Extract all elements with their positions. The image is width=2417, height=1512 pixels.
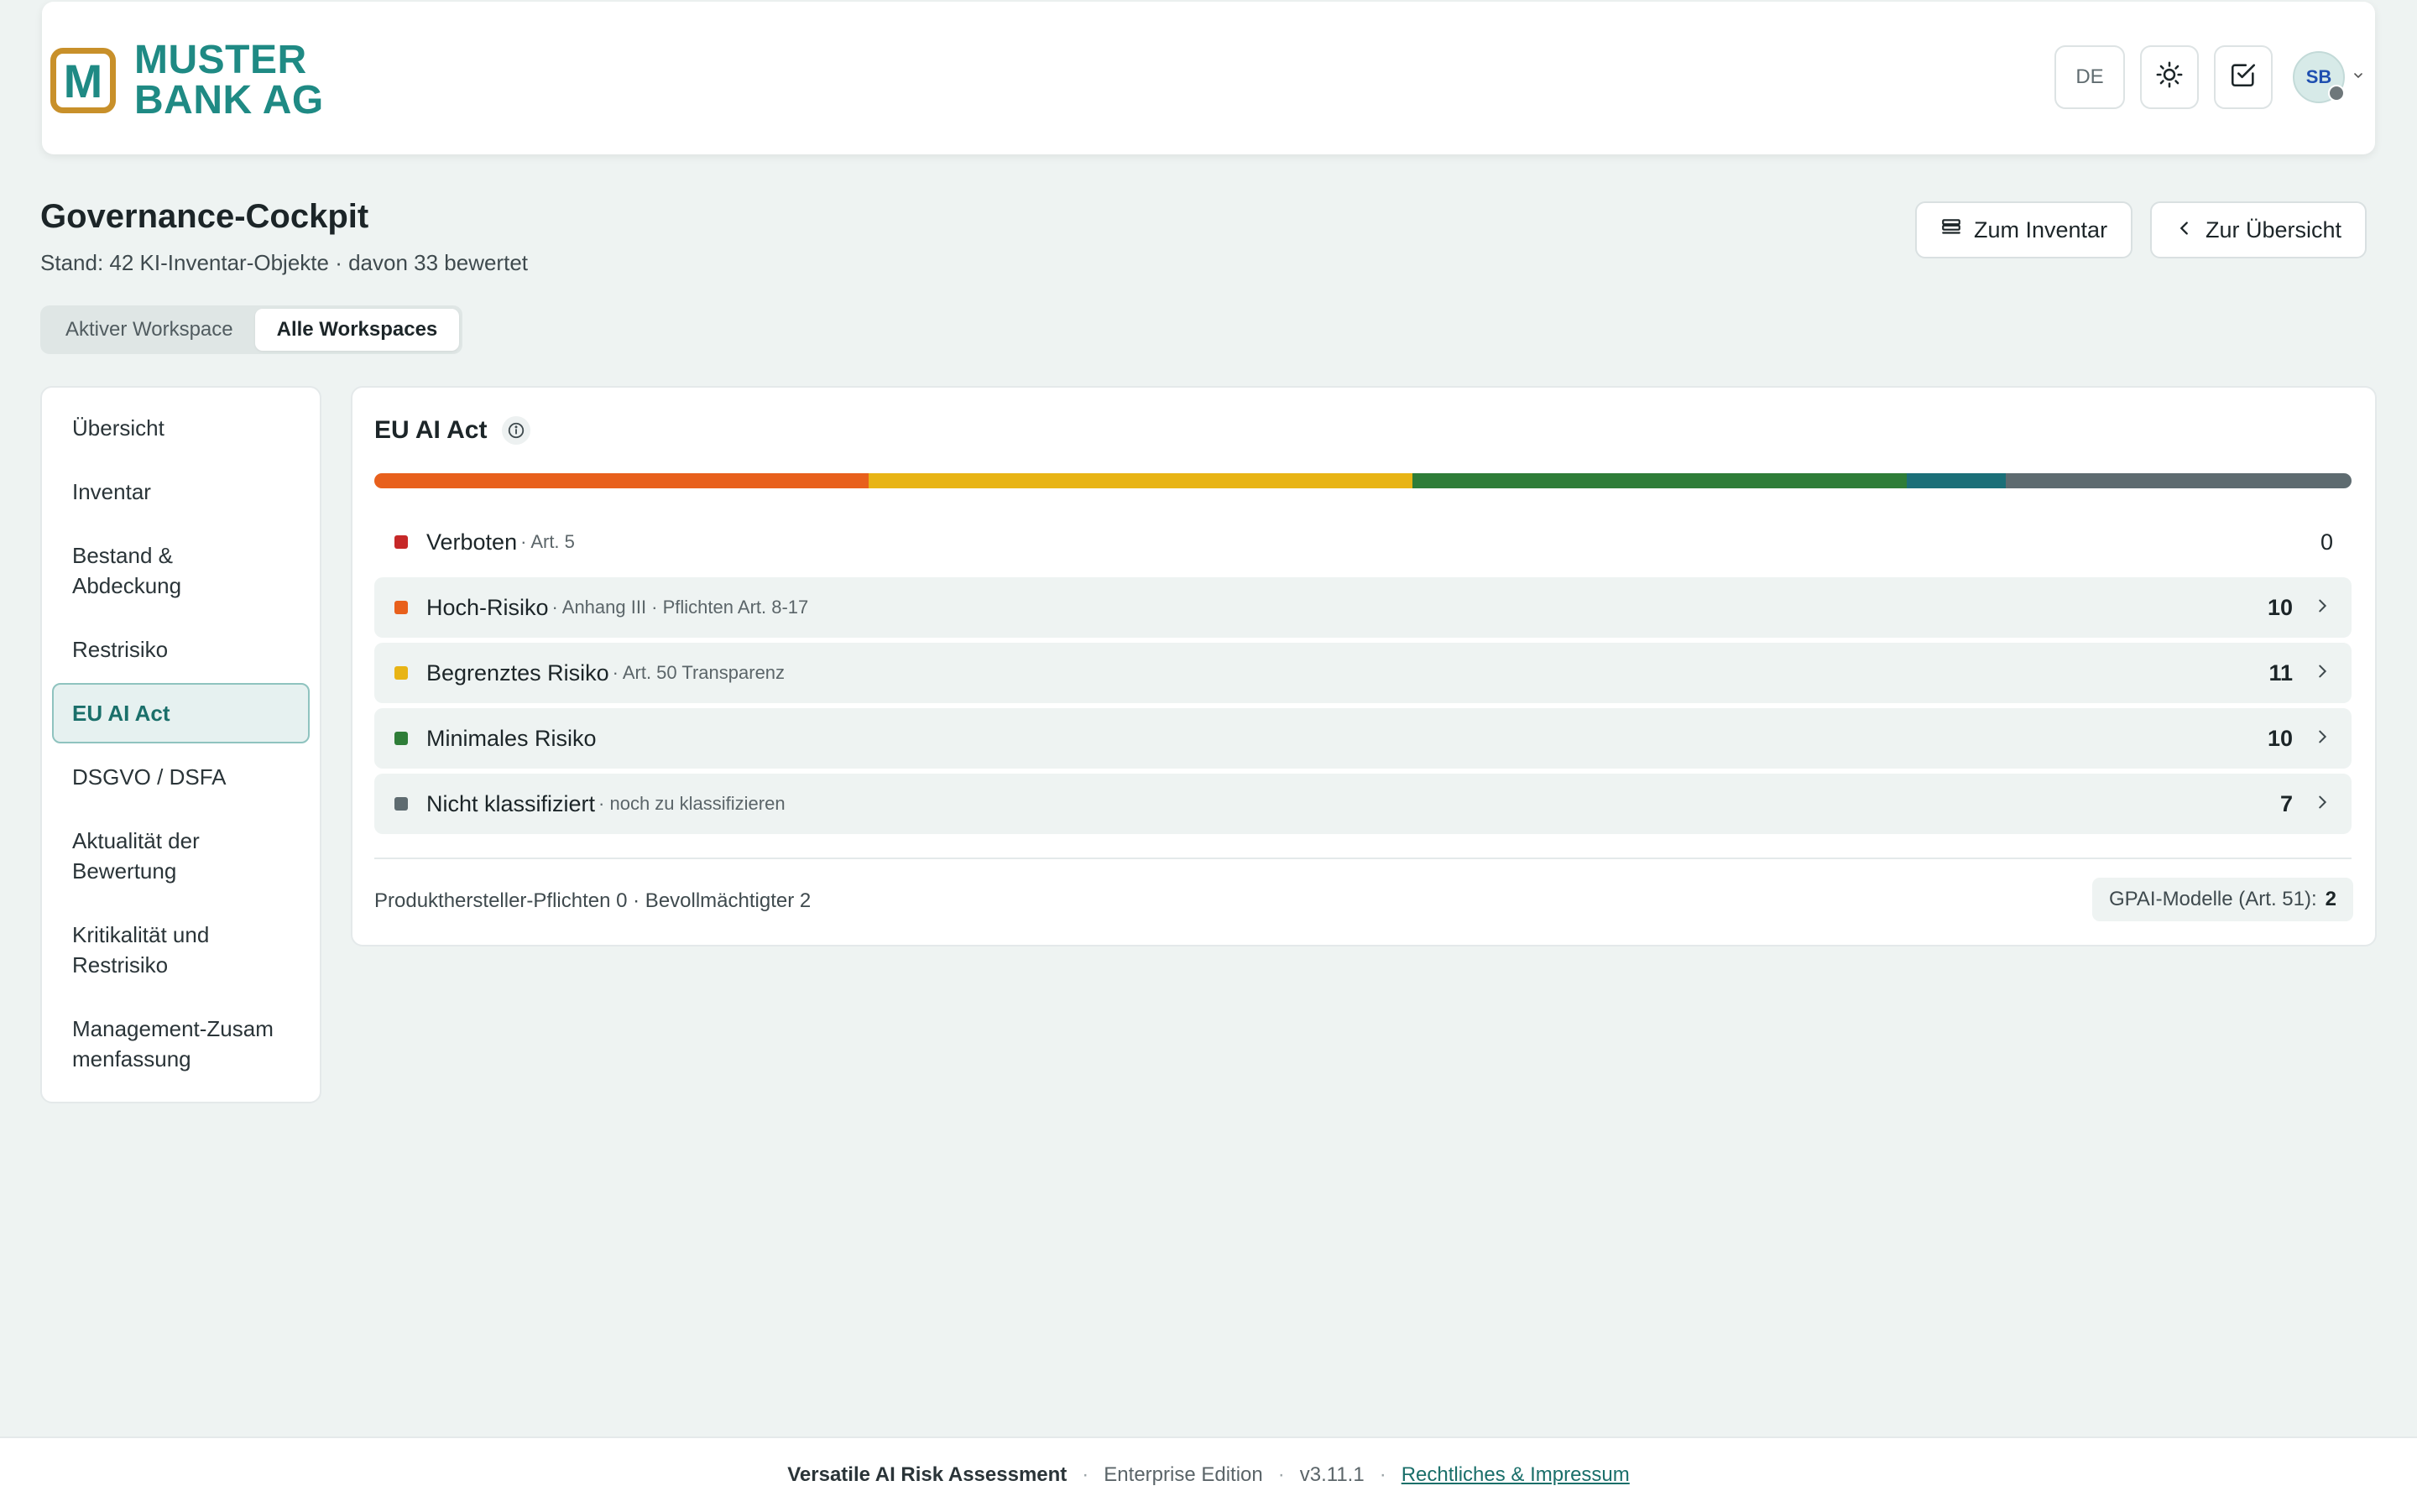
chevron-right-icon	[2313, 724, 2331, 753]
gpai-label: GPAI-Modelle (Art. 51):	[2109, 888, 2317, 910]
user-menu[interactable]: SB	[2293, 51, 2365, 103]
risk-row-limited[interactable]: Begrenztes Risiko · Art. 50 Transparenz …	[374, 643, 2352, 703]
list-icon	[1940, 216, 1962, 244]
risk-row-sub: · Art. 50 Transparenz	[612, 662, 786, 683]
card-title: EU AI Act	[374, 416, 531, 445]
risk-row-count: 0	[2320, 529, 2333, 555]
risk-row-count: 11	[2268, 660, 2293, 686]
risk-row-sub: · noch zu klassifizieren	[598, 793, 786, 814]
color-swatch	[394, 666, 408, 680]
risk-row-count: 7	[2279, 790, 2293, 816]
sidebar-item-eu-ai-act[interactable]: EU AI Act	[52, 683, 310, 743]
checkbox-icon	[2229, 60, 2258, 95]
avatar: SB	[2293, 51, 2345, 103]
logo-line-2: BANK AG	[134, 78, 324, 123]
sidebar-item-criticality[interactable]: Kritikalität und Restrisiko	[52, 905, 285, 995]
risk-row-unclassified[interactable]: Nicht klassifiziert · noch zu klassifizi…	[374, 774, 2352, 834]
tab-all-workspaces[interactable]: Alle Workspaces	[254, 309, 460, 351]
sidebar-item-assessment-currency[interactable]: Aktualität der Bewertung	[52, 811, 285, 901]
footer-separator: ·	[1379, 1463, 1386, 1486]
language-button[interactable]: DE	[2054, 45, 2125, 109]
inventory-button[interactable]: Zum Inventar	[1915, 201, 2133, 258]
page-subtitle: Stand: 42 KI-Inventar-Objekte · davon 33…	[40, 250, 529, 275]
sidebar-item-coverage[interactable]: Bestand & Abdeckung	[52, 525, 227, 616]
color-swatch	[394, 535, 408, 549]
risk-row-forbidden: Verboten · Art. 5 0	[374, 512, 2352, 572]
avatar-initials: SB	[2305, 66, 2332, 87]
chevron-right-icon	[2313, 659, 2331, 687]
chevron-left-icon	[2175, 217, 2194, 243]
color-swatch	[394, 601, 408, 614]
language-label: DE	[2075, 65, 2104, 88]
risk-distribution-bar	[374, 473, 2352, 488]
logo-line-1: MUSTER	[134, 38, 307, 82]
risk-row-label: Begrenztes Risiko	[426, 660, 609, 686]
card-title-text: EU AI Act	[374, 416, 488, 444]
page-title: Governance-Cockpit	[40, 198, 369, 235]
theme-toggle-button[interactable]	[2140, 45, 2199, 109]
chevron-down-icon	[2352, 69, 2365, 86]
top-bar: M MUSTER BANK AG DE SB	[42, 2, 2375, 154]
distribution-segment-hoch	[374, 473, 869, 488]
gpai-badge: GPAI-Modelle (Art. 51): 2	[2092, 878, 2353, 921]
overview-button-label: Zur Übersicht	[2206, 216, 2342, 242]
sidebar-item-inventory[interactable]: Inventar	[52, 461, 310, 522]
risk-row-high[interactable]: Hoch-Risiko · Anhang III · Pflichten Art…	[374, 577, 2352, 638]
info-icon[interactable]	[502, 416, 531, 445]
risk-row-count: 10	[2267, 725, 2293, 751]
footer-version: v3.11.1	[1299, 1463, 1365, 1486]
distribution-segment-nicht	[2005, 473, 2352, 488]
color-swatch	[394, 732, 408, 745]
risk-row-label: Verboten	[426, 529, 518, 555]
brand-logo[interactable]: M MUSTER BANK AG	[50, 40, 324, 121]
sidebar-nav: Übersicht Inventar Bestand & Abdeckung R…	[40, 386, 321, 1103]
chevron-right-icon	[2313, 593, 2331, 622]
sun-icon	[2155, 60, 2184, 95]
workspace-toggle: Aktiver Workspace Alle Workspaces	[40, 305, 463, 354]
sidebar-item-gdpr[interactable]: DSGVO / DSFA	[52, 747, 310, 807]
inventory-button-label: Zum Inventar	[1974, 216, 2108, 242]
distribution-segment-begrenzt	[869, 473, 1412, 488]
overview-button[interactable]: Zur Übersicht	[2150, 201, 2367, 258]
color-swatch	[394, 797, 408, 811]
footer-edition: Enterprise Edition	[1104, 1463, 1263, 1486]
risk-row-label: Hoch-Risiko	[426, 594, 549, 620]
risk-category-list: Verboten · Art. 5 0 Hoch-Risiko · Anhang…	[374, 512, 2352, 839]
page-footer: Versatile AI Risk Assessment · Enterpris…	[0, 1436, 2417, 1512]
footer-separator: ·	[1277, 1463, 1285, 1486]
risk-row-count: 10	[2267, 594, 2293, 620]
risk-row-label: Nicht klassifiziert	[426, 790, 596, 816]
obligations-note: Produkthersteller-Pflichten 0 · Bevollmä…	[374, 889, 812, 912]
tab-active-workspace[interactable]: Aktiver Workspace	[44, 309, 255, 351]
top-actions: DE SB	[2039, 45, 2365, 109]
gpai-value: 2	[2325, 888, 2336, 910]
footer-separator: ·	[1082, 1463, 1089, 1486]
risk-row-sub: · Anhang III · Pflichten Art. 8-17	[551, 597, 809, 618]
divider	[374, 858, 2352, 859]
footer-product: Versatile AI Risk Assessment	[787, 1463, 1068, 1486]
legal-link[interactable]: Rechtliches & Impressum	[1402, 1463, 1630, 1487]
risk-row-sub: · Art. 5	[520, 531, 575, 552]
distribution-segment-minimal	[1412, 473, 1907, 488]
status-dot	[2328, 85, 2345, 102]
eu-ai-act-card: EU AI Act Verboten · Art. 5 0 Hoch-Risik…	[351, 386, 2377, 946]
logo-mark: M	[50, 48, 116, 113]
risk-row-label: Minimales Risiko	[426, 725, 597, 751]
chevron-right-icon	[2313, 790, 2331, 818]
sidebar-item-overview[interactable]: Übersicht	[52, 398, 310, 458]
sidebar-item-residual-risk[interactable]: Restrisiko	[52, 619, 310, 680]
logo-text: MUSTER BANK AG	[134, 40, 324, 121]
distribution-segment-teal	[1906, 473, 2006, 488]
sidebar-item-management-summary[interactable]: Management-Zusammenfassung	[52, 998, 294, 1089]
risk-row-minimal[interactable]: Minimales Risiko 10	[374, 708, 2352, 769]
tasks-button[interactable]	[2214, 45, 2273, 109]
